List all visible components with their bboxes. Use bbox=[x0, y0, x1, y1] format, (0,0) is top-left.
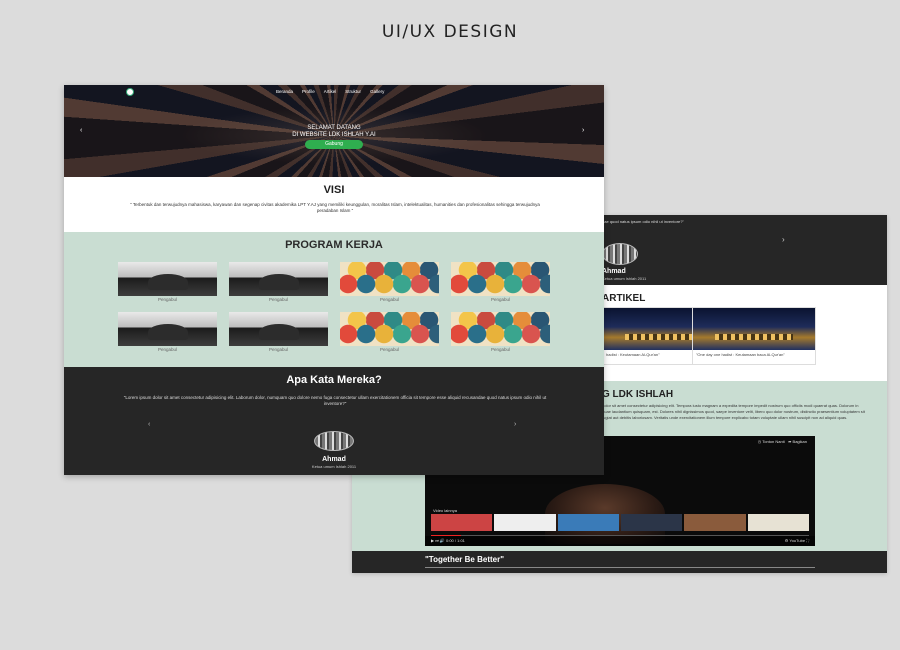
hero-subtitle: DI WEBSITE LDK ISHLAH Y.AI bbox=[292, 132, 376, 138]
next-arrow-icon[interactable]: › bbox=[514, 421, 516, 428]
program-tile[interactable]: Pengabul bbox=[229, 262, 328, 302]
prev-arrow-icon[interactable]: ‹ bbox=[80, 127, 82, 134]
video-suggestion[interactable] bbox=[620, 514, 683, 531]
more-videos-label: Video lainnya bbox=[433, 508, 457, 513]
tile-caption: Pengabul bbox=[268, 347, 289, 352]
next-arrow-icon[interactable]: › bbox=[782, 235, 785, 244]
program-tile[interactable]: Pengabul bbox=[340, 262, 439, 302]
footer-divider bbox=[425, 567, 815, 568]
youtube-logo[interactable]: YouTube bbox=[789, 538, 805, 543]
footer-tagline: "Together Be Better" bbox=[425, 555, 505, 564]
nav-menu: Beranda Profile Artikel Struktur Gallery bbox=[276, 89, 384, 94]
join-button[interactable]: Gabung bbox=[305, 140, 363, 149]
ldk-title: G LDK ISHLAH bbox=[602, 389, 674, 400]
nav-item-struktur[interactable]: Struktur bbox=[345, 89, 361, 94]
video-suggestion[interactable] bbox=[557, 514, 619, 531]
tile-caption: Pengabul bbox=[490, 347, 511, 352]
logo[interactable] bbox=[126, 88, 134, 96]
program-section: PROGRAM KERJA Pengabul Pengabul Pengabul… bbox=[64, 232, 604, 367]
program-tile[interactable]: Pengabul bbox=[118, 312, 217, 352]
nav-item-artikel[interactable]: Artikel bbox=[324, 89, 337, 94]
navbar: Beranda Profile Artikel Struktur Gallery bbox=[64, 85, 604, 99]
ldk-text: dolor sit amet consectetur adipisicing e… bbox=[602, 403, 865, 420]
visi-title: VISI bbox=[323, 184, 345, 196]
artikel-title: ARTIKEL bbox=[602, 293, 646, 304]
video-controls: ▶ ⏭ 🔊 0:00 / 1:01 ⚙ YouTube ⛶ bbox=[425, 536, 815, 546]
prev-arrow-icon[interactable]: ‹ bbox=[148, 421, 150, 428]
back-testimonial-quote: dae quod natus ipsum odio nihil ut inven… bbox=[602, 219, 684, 224]
next-arrow-icon[interactable]: › bbox=[582, 127, 584, 134]
visi-text: " Terbentuk dan terwujudnya mahasiswa, k… bbox=[130, 202, 540, 213]
back-testimonial-name: Ahmad bbox=[602, 268, 626, 275]
visi-section: VISI " Terbentuk dan terwujudnya mahasis… bbox=[64, 177, 604, 232]
tile-caption: Pengabul bbox=[379, 347, 400, 352]
avatar bbox=[602, 243, 638, 265]
watch-later-label[interactable]: Tonton Nanti bbox=[762, 439, 784, 444]
front-mockup: Beranda Profile Artikel Struktur Gallery… bbox=[64, 85, 604, 475]
testimonial-quote: "Lorem ipsum dolor sit amet consectetur … bbox=[123, 395, 547, 406]
nav-item-profile[interactable]: Profile bbox=[302, 89, 315, 94]
article-card[interactable]: "One day one hadist : Keutamaan baca Al-… bbox=[692, 307, 816, 365]
tile-caption: Pengabul bbox=[157, 297, 178, 302]
video-suggestion[interactable] bbox=[684, 514, 746, 531]
tile-caption: Pengabul bbox=[490, 297, 511, 302]
fullscreen-icon[interactable]: ⛶ bbox=[805, 538, 809, 543]
tile-caption: Pengabul bbox=[379, 297, 400, 302]
nav-item-gallery[interactable]: Gallery bbox=[370, 89, 384, 94]
testimonial-role: Ketua umum Ishlah 2011 bbox=[311, 464, 357, 469]
footer: "Together Be Better" bbox=[352, 551, 887, 573]
program-tile[interactable]: Pengabul bbox=[229, 312, 328, 352]
video-time: 0:00 / 1:01 bbox=[446, 538, 465, 543]
tile-caption: Pengabul bbox=[268, 297, 289, 302]
more-videos-strip bbox=[431, 514, 809, 531]
page-heading: UI/UX DESIGN bbox=[381, 22, 519, 42]
program-title: PROGRAM KERJA bbox=[285, 239, 383, 251]
testimonial-title: Apa Kata Mereka? bbox=[286, 374, 382, 386]
share-label[interactable]: Bagikan bbox=[793, 439, 807, 444]
video-suggestion[interactable] bbox=[747, 514, 809, 531]
back-testimonial-role: Ketua umum Ishlah 2011 bbox=[602, 276, 647, 281]
play-icon[interactable]: ▶ ⏭ 🔊 bbox=[431, 538, 446, 543]
video-top-controls: ◷ Tonton Nanti ➦ Bagikan bbox=[758, 439, 807, 444]
tile-caption: Pengabul bbox=[157, 347, 178, 352]
video-suggestion[interactable] bbox=[431, 514, 493, 531]
program-tile[interactable]: Pengabul bbox=[340, 312, 439, 352]
mosque-image bbox=[693, 308, 815, 350]
testimonial-name: Ahmad bbox=[322, 456, 346, 463]
program-tile[interactable]: Pengabul bbox=[451, 312, 550, 352]
testimonial-section: Apa Kata Mereka? "Lorem ipsum dolor sit … bbox=[64, 367, 604, 475]
nav-item-beranda[interactable]: Beranda bbox=[276, 89, 293, 94]
program-tile[interactable]: Pengabul bbox=[118, 262, 217, 302]
program-tile[interactable]: Pengabul bbox=[451, 262, 550, 302]
video-suggestion[interactable] bbox=[494, 514, 556, 531]
hero-title: SELAMAT DATANG bbox=[307, 125, 361, 131]
avatar bbox=[314, 431, 354, 451]
article-caption: "One day one hadist : Keutamaan baca Al-… bbox=[696, 352, 785, 357]
